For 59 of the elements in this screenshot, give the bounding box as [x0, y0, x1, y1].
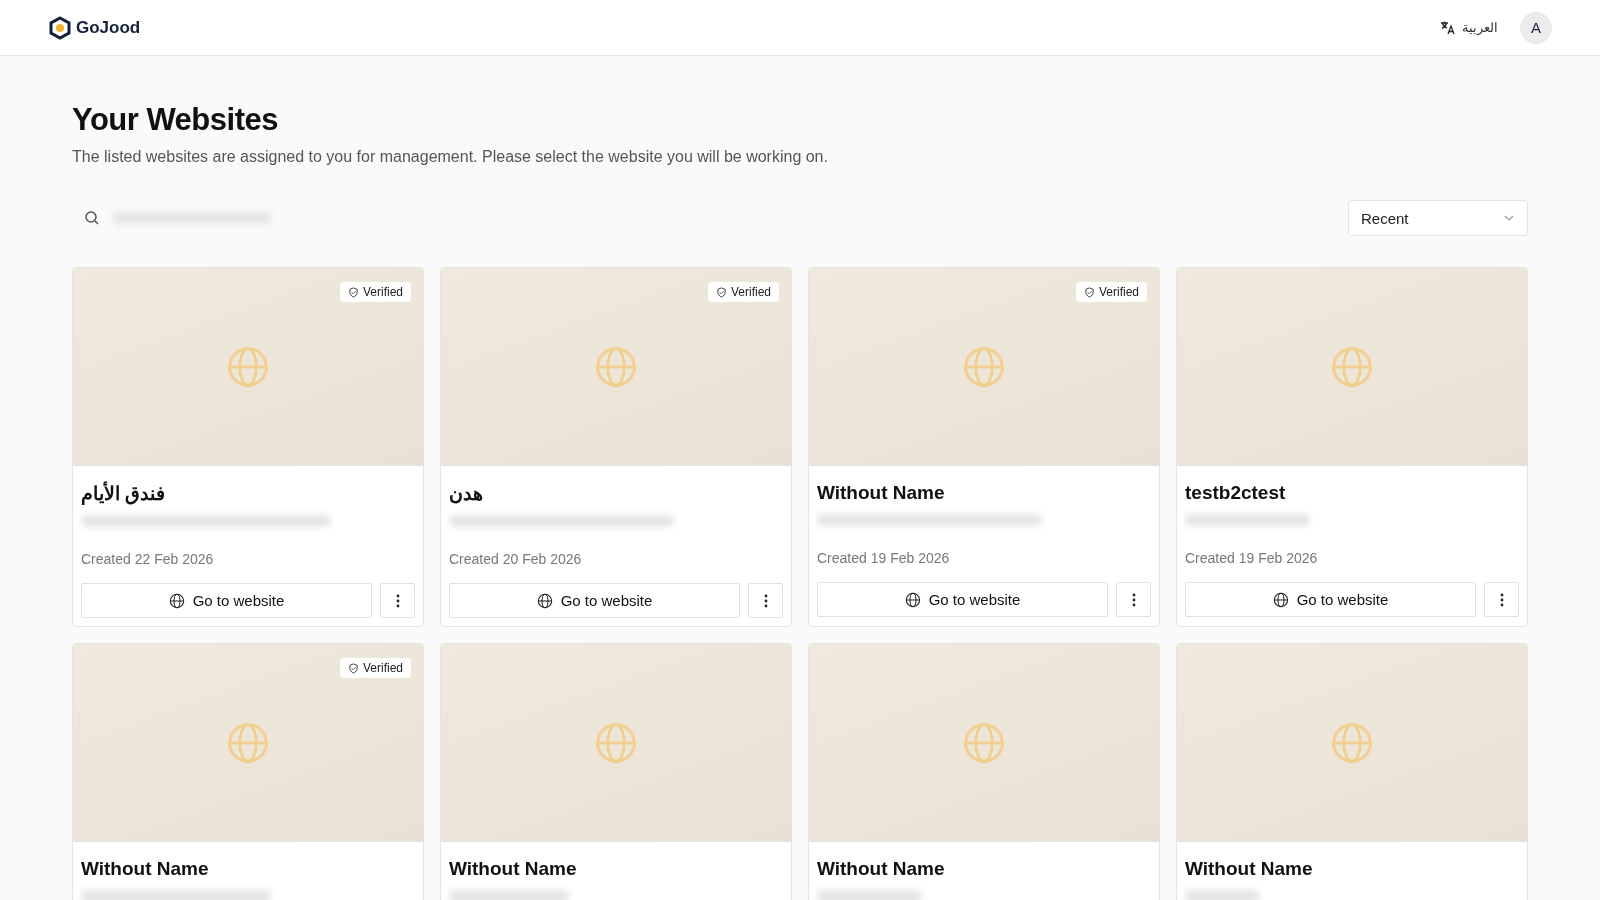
- user-avatar[interactable]: A: [1520, 11, 1552, 44]
- globe-icon: [168, 592, 185, 609]
- page-title: Your Websites: [72, 102, 279, 138]
- globe-icon: [536, 592, 553, 609]
- website-card[interactable]: Without Name: [1176, 643, 1528, 900]
- website-name: هدن: [449, 482, 484, 505]
- go-to-website-button[interactable]: Go to website: [817, 582, 1108, 617]
- more-options-button[interactable]: [380, 583, 415, 618]
- website-card[interactable]: Without Name: [440, 643, 792, 900]
- website-name: Without Name: [449, 858, 578, 880]
- hexagon-logo-icon: [48, 15, 72, 40]
- globe-icon: [1272, 591, 1289, 608]
- search-icon: [84, 210, 100, 226]
- globe-icon: [1330, 720, 1374, 765]
- verified-badge: Verified: [707, 282, 779, 302]
- website-name: testb2ctest: [1185, 482, 1287, 504]
- website-name: Without Name: [81, 858, 210, 880]
- verified-badge: Verified: [339, 658, 411, 678]
- translate-icon: [1440, 19, 1456, 36]
- more-vertical-icon: [763, 593, 768, 608]
- more-vertical-icon: [1131, 592, 1136, 607]
- website-name: Without Name: [1185, 858, 1314, 880]
- go-to-website-button[interactable]: Go to website: [1185, 582, 1476, 617]
- website-card[interactable]: testb2ctest Created 19 Feb 2026 Go to website: [1176, 267, 1528, 627]
- more-options-button[interactable]: [748, 583, 783, 618]
- language-button[interactable]: العربية: [1436, 15, 1502, 40]
- more-options-button[interactable]: [1484, 582, 1519, 617]
- created-date: Created 22 Feb 2026: [81, 551, 215, 567]
- globe-icon: [226, 720, 270, 765]
- website-name: فندق الأيام: [81, 482, 167, 505]
- sort-dropdown[interactable]: Recent: [1348, 200, 1528, 236]
- more-options-button[interactable]: [1116, 582, 1151, 617]
- shield-check-icon: [347, 286, 359, 298]
- globe-icon: [226, 344, 270, 389]
- page-subtitle: The listed websites are assigned to you for management. Please select the website you will be working on.: [72, 148, 829, 166]
- go-to-website-button[interactable]: Go to website: [81, 583, 372, 618]
- website-name: Without Name: [817, 858, 946, 880]
- created-date: Created 19 Feb 2026: [817, 550, 951, 566]
- shield-check-icon: [347, 662, 359, 674]
- verified-badge: Verified: [1075, 282, 1147, 302]
- brand-name: GoJood: [76, 17, 141, 38]
- website-card[interactable]: Verified Without Name Created 19 Feb 2026 Go to website: [808, 267, 1160, 627]
- shield-check-icon: [715, 286, 727, 298]
- globe-icon: [962, 720, 1006, 765]
- created-date: Created 20 Feb 2026: [449, 551, 583, 567]
- globe-icon: [1330, 344, 1374, 389]
- shield-check-icon: [1083, 286, 1095, 298]
- globe-icon: [904, 591, 921, 608]
- go-to-website-button[interactable]: Go to website: [449, 583, 740, 618]
- globe-icon: [962, 344, 1006, 389]
- website-card[interactable]: Without Name: [808, 643, 1160, 900]
- globe-icon: [594, 344, 638, 389]
- globe-icon: [594, 720, 638, 765]
- verified-badge: Verified: [339, 282, 411, 302]
- website-card[interactable]: Verified Without Name: [72, 643, 424, 900]
- more-vertical-icon: [395, 593, 400, 608]
- website-name: Without Name: [817, 482, 946, 504]
- created-date: Created 19 Feb 2026: [1185, 550, 1319, 566]
- more-vertical-icon: [1499, 592, 1504, 607]
